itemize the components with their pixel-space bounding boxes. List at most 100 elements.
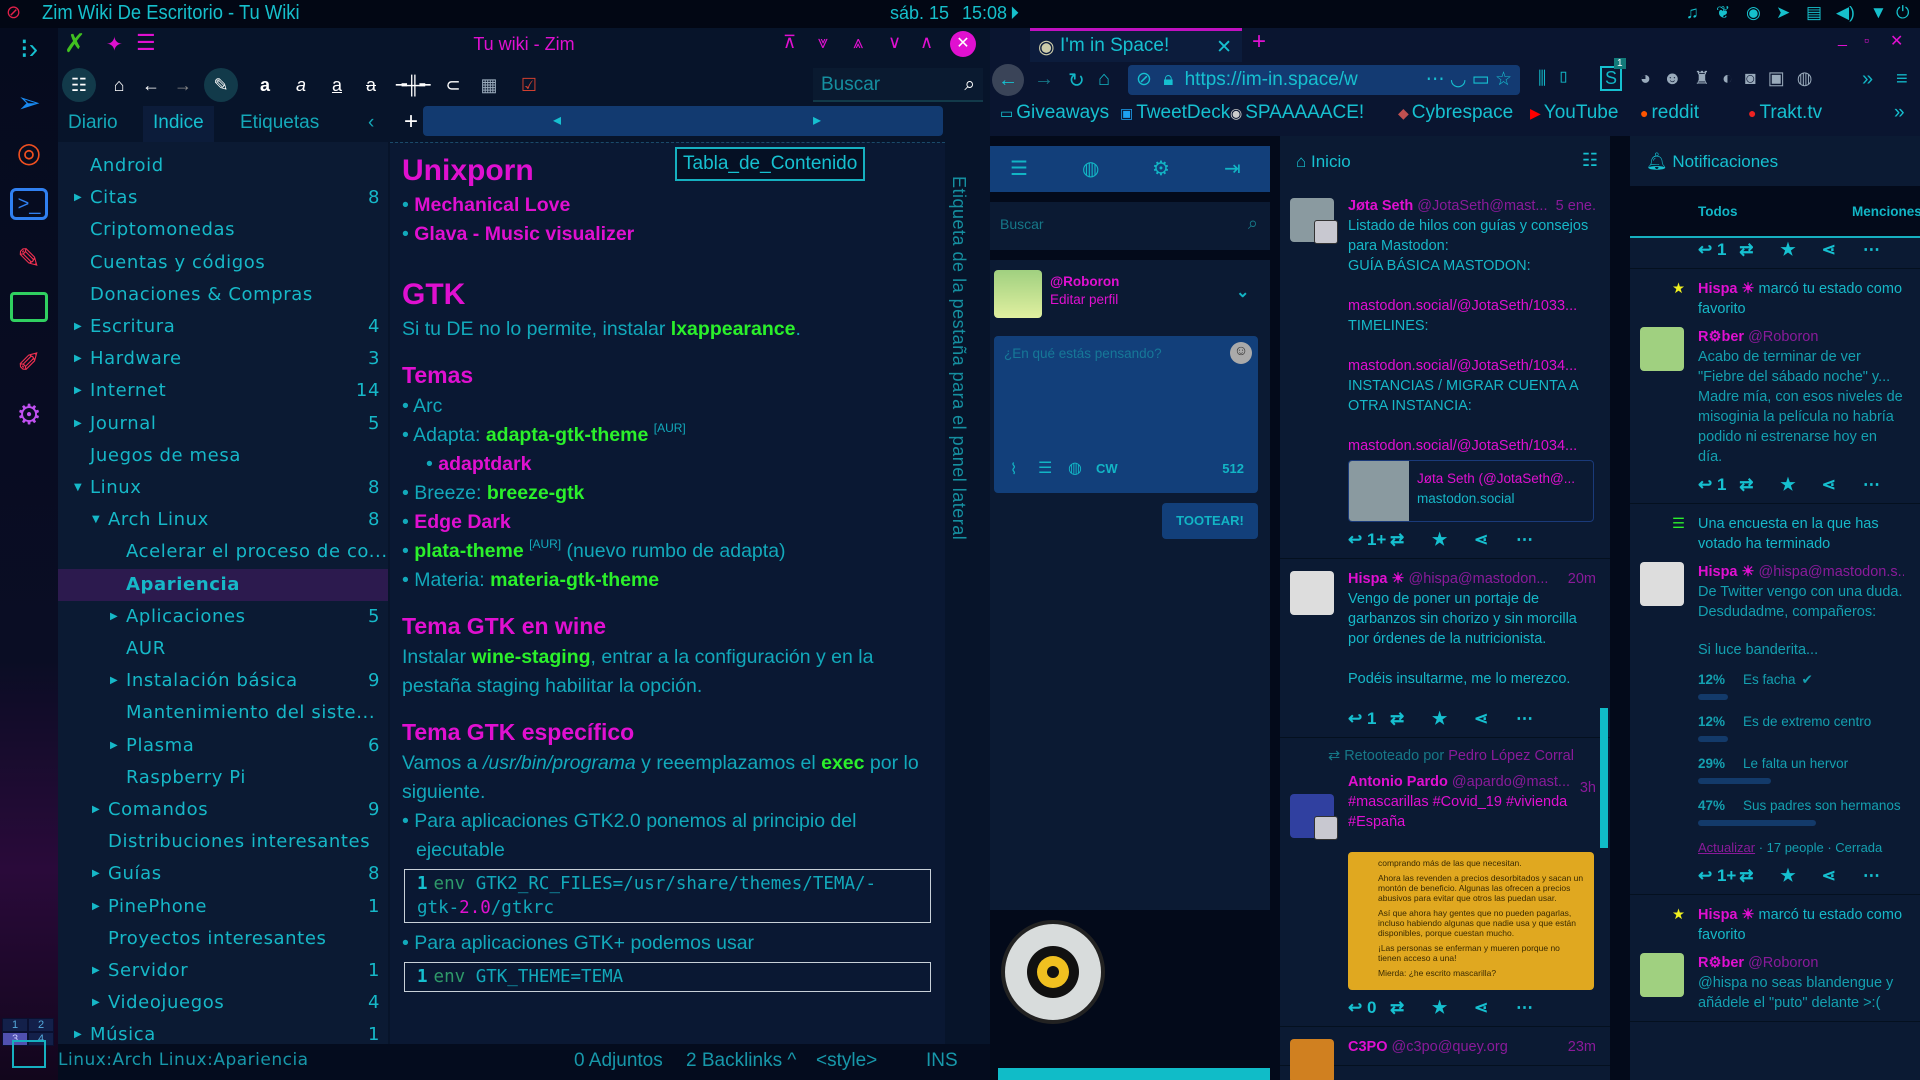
home-column-title[interactable]: Inicio [1311,152,1351,171]
account-handle[interactable]: @apardo@mast... [1452,774,1570,790]
account-handle[interactable]: @Roboron [1748,329,1818,345]
settings-icon[interactable]: ⚙ [1152,156,1170,181]
close-button[interactable]: ✕ [950,31,976,57]
strikethrough-icon[interactable]: a [354,68,388,102]
collapsed-arrow-icon[interactable]: ▶ [74,182,82,214]
tree-item[interactable]: AUR [58,633,388,665]
toggle-index-icon[interactable]: ☷ [62,68,96,102]
clipboard-icon[interactable]: ▤ [1806,3,1822,23]
display-name[interactable]: Hispa ☀ [1698,564,1755,580]
edit-pencil-icon[interactable]: ✎ [204,68,238,102]
tree-item[interactable]: ▶ Guías 8 [58,858,388,890]
collapsed-arrow-icon[interactable]: ▶ [92,891,100,923]
url-bar[interactable]: ⊘ 🔒︎ https://im-in.space/w ⋯ ◡ ▭ ☆ [1128,65,1520,95]
status[interactable]: C3PO @c3po@quey.org 23m [1280,1027,1610,1080]
stylus-extension-icon[interactable]: S [1600,66,1623,91]
share-button[interactable]: ⋖ [1474,709,1516,729]
tree-item[interactable]: Android [58,150,388,182]
favourite-button[interactable]: ★ [1780,240,1821,260]
share-button[interactable]: ⋖ [1822,240,1863,260]
more-button[interactable]: ⋯ [1863,475,1904,495]
workspace-2[interactable]: 2 [28,1018,54,1032]
user-avatar[interactable] [994,270,1042,318]
more-button[interactable]: ⋯ [1516,998,1558,1018]
account-handle[interactable]: @c3po@quey.org [1392,1039,1508,1055]
bookmark-spaaaaace[interactable]: ◉ SPAAAAACE! [1230,102,1364,124]
maximize-icon[interactable]: ▫ [1864,32,1869,48]
account-handle[interactable]: @hispa@mastodon.s... [1759,564,1904,580]
underline-icon[interactable]: a [320,68,354,102]
bookmark-reddit[interactable]: ● reddit [1640,102,1699,124]
account-handle[interactable]: @Roboron [1748,955,1818,971]
page-editor[interactable]: Tabla_de_Contenido Unixporn • Mechanical … [390,142,945,1072]
back-button[interactable]: ← [992,64,1024,96]
tab-todos[interactable]: Todos [1698,204,1738,219]
tree-item[interactable]: ▶ Videojuegos 4 [58,987,388,1019]
display-name[interactable]: R⚙ber [1698,329,1744,345]
zim-search-input[interactable]: Buscar ⌕ [813,68,983,102]
collapsed-arrow-icon[interactable]: ▶ [74,375,82,407]
boost-button[interactable]: ⇄ [1390,709,1432,729]
tree-item[interactable]: Proyectos interesantes [58,923,388,955]
more-button[interactable]: ⋯ [1863,240,1904,260]
tree-item[interactable]: Mantenimiento del siste... [58,697,388,729]
attachments-button[interactable]: 0 Adjuntos [574,1050,663,1072]
tab-etiquetas[interactable]: Etiquetas [230,106,329,142]
tree-item[interactable]: ▶ Plasma 6 [58,730,388,762]
tree-item[interactable]: Criptomonedas [58,214,388,246]
forward-icon[interactable]: → [166,68,200,102]
bookmark-trakttv[interactable]: ● Trakt.tv [1748,102,1822,124]
home-icon[interactable]: ⌂ [102,68,136,102]
bookmark-giveaways[interactable]: ▭ Giveaways [1000,102,1109,124]
workspace-1[interactable]: 1 [2,1018,28,1032]
reply-button[interactable]: ↩ 1+ [1698,866,1739,886]
collapsed-arrow-icon[interactable]: ▶ [110,601,118,633]
edit-profile-link[interactable]: Editar perfil [1050,292,1118,307]
boosted-by-name[interactable]: Pedro López Corral [1448,748,1574,764]
url-text[interactable]: https://im-in.space/w [1185,69,1358,90]
display-name[interactable]: Hispa ☀ [1348,571,1405,587]
show-desktop-icon[interactable] [12,1040,46,1068]
steam-icon[interactable]: ◉ [1746,3,1761,23]
forward-button[interactable]: → [1034,68,1054,91]
boost-button[interactable]: ⇄ [1739,475,1780,495]
bookmark-youtube[interactable]: ▶ YouTube [1530,102,1618,124]
bell-icon[interactable]: ♫ [1686,3,1699,23]
tab-diario[interactable]: Diario [58,106,128,142]
boost-button[interactable]: ⇄ [1390,530,1432,550]
shade-down-icon[interactable]: ⩔ [818,32,828,53]
tab-menciones[interactable]: Menciones [1852,204,1920,219]
terminal-icon[interactable]: >_ [10,188,48,220]
status[interactable]: Jøta Seth @JotaSeth@mast... 5 ene. Listado… [1280,186,1610,559]
clock[interactable]: 15:08 [962,3,1007,24]
maximize-icon[interactable]: ∧ [920,32,933,53]
tree-item[interactable]: ▶ Escritura 4 [58,311,388,343]
reply-button[interactable]: ↩ 1 [1698,475,1739,495]
tree-item[interactable]: Juegos de mesa [58,440,388,472]
avatar[interactable] [1640,562,1684,606]
content-warning-button[interactable]: CW [1096,461,1118,476]
status[interactable]: ⇄ Retooteado por Pedro López Corral Anton… [1280,738,1610,1027]
boost-button[interactable]: ⇄ [1739,866,1780,886]
boost-button[interactable]: ⇄ [1390,998,1432,1018]
tree-item[interactable]: Apariencia [58,568,388,601]
search-icon[interactable]: ⌕ [964,74,975,96]
reply-button[interactable]: ↩ 0 [1348,998,1390,1018]
hamburger-menu-icon[interactable]: ≡ [1896,68,1908,91]
favourite-button[interactable]: ★ [1432,709,1474,729]
tree-item[interactable]: ▶ Instalación básica 9 [58,665,388,697]
expanded-arrow-icon[interactable]: ▼ [92,504,100,536]
bookmark-cybrespace[interactable]: ◆ Cybrespace [1398,102,1513,124]
overflow-icon[interactable]: » [1862,68,1873,91]
minimize-icon[interactable]: _ [1838,30,1847,48]
wiki-link[interactable]: Mechanical Love [414,194,570,216]
keep-above-icon[interactable]: ⊼ [783,32,796,53]
page-actions-icon[interactable]: ⋯ ◡ ▭ ☆ [1426,68,1512,91]
power-icon[interactable]: ⏻ [1896,3,1909,23]
feather-icon[interactable]: ❦ [1716,3,1730,23]
attach-icon[interactable]: ⊂ [436,68,470,102]
wiki-link[interactable]: Edge Dark [414,511,510,533]
home-button[interactable]: ⌂ [1098,68,1110,91]
tree-item[interactable]: Distribuciones interesantes [58,826,388,858]
account-handle[interactable]: @JotaSeth@mast... [1417,198,1547,214]
